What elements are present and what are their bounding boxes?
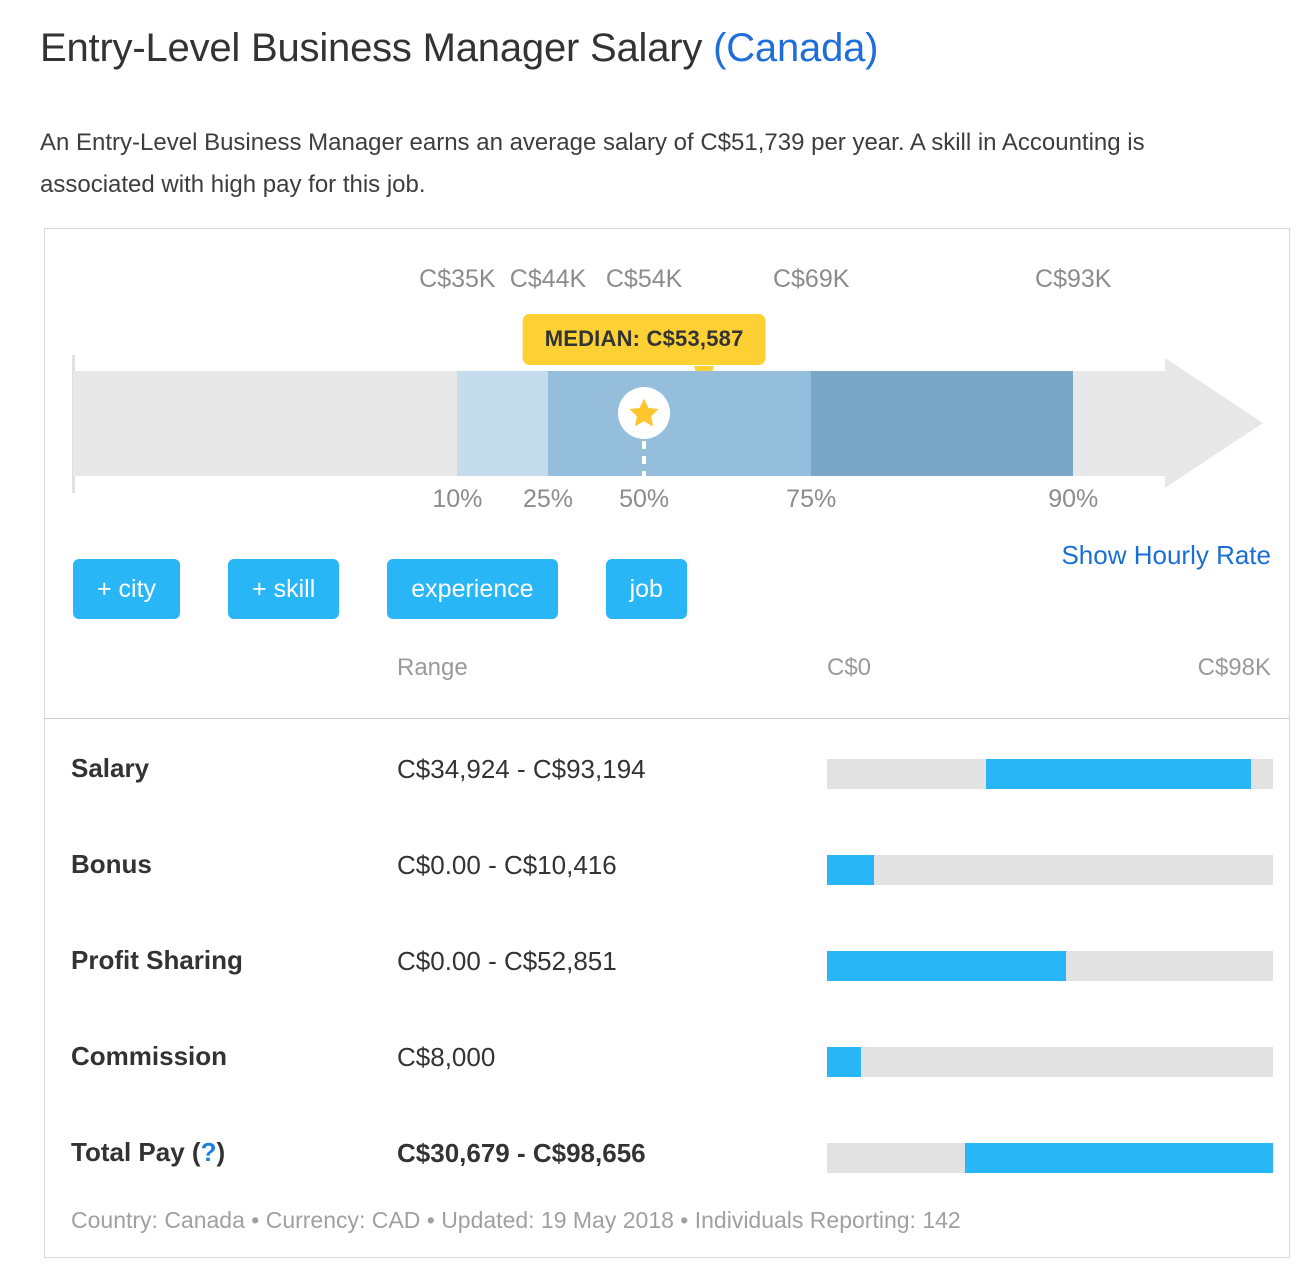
- percentile-axis-label: 90%: [1048, 485, 1099, 513]
- row-range-bar-fill: [964, 1143, 1273, 1173]
- table-row: Bonus C$0.00 - C$10,416: [45, 819, 1289, 915]
- salary-card: C$35K C$44K C$54K C$69K C$93K MEDIAN: C$53,5…: [44, 228, 1290, 1258]
- column-header-axis-max: C$98K: [1197, 654, 1271, 681]
- column-header-axis-min: C$0: [827, 654, 872, 681]
- row-range-bar-fill: [985, 759, 1252, 789]
- panel-divider: [44, 718, 1290, 719]
- row-range-bar-fill: [827, 951, 1066, 981]
- table-row: Commission C$8,000: [45, 1011, 1289, 1107]
- row-range-bar: [827, 759, 1273, 789]
- page-title-country-link[interactable]: (Canada): [713, 26, 878, 70]
- median-star-icon: [618, 387, 671, 439]
- percentile-panel: C$35K C$44K C$54K C$69K C$93K MEDIAN: C$53,5…: [44, 229, 1290, 719]
- percentile-axis-label: 25%: [522, 485, 574, 513]
- page-title: Entry-Level Business Manager Salary (Can…: [40, 26, 878, 71]
- row-label: Total Pay (?): [71, 1137, 226, 1167]
- row-range-bar-fill: [827, 1047, 862, 1077]
- row-range-bar: [827, 1047, 1273, 1077]
- footer-note: Country: Canada • Currency: CAD • Update…: [71, 1207, 961, 1233]
- percentile-value-label: C$69K: [772, 265, 850, 293]
- row-range-value: C$0.00 - C$10,416: [397, 850, 617, 880]
- percentile-axis-label: 75%: [786, 485, 837, 513]
- row-label: Profit Sharing: [71, 945, 243, 975]
- row-range-value: C$30,679 - C$98,656: [397, 1138, 646, 1168]
- job-button[interactable]: job: [605, 559, 687, 619]
- table-row: Total Pay (?) C$30,679 - C$98,656: [45, 1107, 1289, 1203]
- row-label: Salary: [71, 753, 150, 783]
- percentile-value-label: C$54K: [605, 265, 683, 293]
- pay-breakdown-table: Salary C$34,924 - C$93,194 Bonus C$0.00 - C…: [45, 723, 1289, 1203]
- percentile-value-label: C$93K: [1035, 265, 1112, 293]
- salary-report-page: Entry-Level Business Manager Salary (Can…: [0, 0, 1316, 1280]
- row-range-bar: [827, 1143, 1273, 1173]
- percentile-axis-label: 50%: [619, 485, 670, 513]
- percentile-bar-track[interactable]: [73, 371, 1165, 476]
- page-title-main: Entry-Level Business Manager Salary: [40, 26, 703, 70]
- help-tooltip-icon[interactable]: (?): [185, 1137, 225, 1167]
- row-range-bar: [827, 951, 1273, 981]
- median-dashed-line: [642, 441, 647, 476]
- percentile-axis-labels: 10% 25% 50% 75% 90%: [45, 485, 1235, 525]
- median-tooltip: MEDIAN: C$53,587: [522, 314, 766, 365]
- column-header-range: Range: [397, 654, 468, 681]
- row-label: Commission: [71, 1041, 228, 1071]
- add-skill-button[interactable]: + skill: [228, 559, 340, 619]
- row-range-bar: [827, 855, 1273, 885]
- show-hourly-rate-link[interactable]: Show Hourly Rate: [1061, 540, 1271, 571]
- percentile-bar-segment: [457, 371, 548, 476]
- experience-button[interactable]: experience: [387, 559, 558, 619]
- filter-chip-row: + city + skill experience job: [73, 559, 687, 619]
- percentile-value-label: C$44K: [509, 265, 587, 293]
- bar-arrow-head-icon: [1165, 358, 1263, 488]
- summary-text: An Entry-Level Business Manager earns an…: [40, 129, 1145, 198]
- table-row: Profit Sharing C$0.00 - C$52,851: [45, 915, 1289, 1011]
- percentile-value-label: C$35K: [419, 265, 496, 293]
- row-range-value: C$34,924 - C$93,194: [397, 754, 646, 784]
- column-headers: Range C$0 C$98K: [45, 654, 1289, 696]
- table-row: Salary C$34,924 - C$93,194: [45, 723, 1289, 819]
- percentile-axis-label: 10%: [432, 485, 483, 513]
- percentile-bar-segment: [548, 371, 812, 476]
- percentile-bar-segment: [811, 371, 1074, 476]
- row-label: Bonus: [71, 849, 152, 879]
- percentile-value-labels: C$35K C$44K C$54K C$69K C$93K: [45, 229, 1289, 293]
- add-city-button[interactable]: + city: [73, 559, 181, 619]
- row-range-value: C$0.00 - C$52,851: [397, 946, 617, 976]
- percentile-bar-zone: [72, 355, 1263, 493]
- row-range-bar-fill: [827, 855, 875, 885]
- row-range-value: C$8,000: [397, 1042, 496, 1072]
